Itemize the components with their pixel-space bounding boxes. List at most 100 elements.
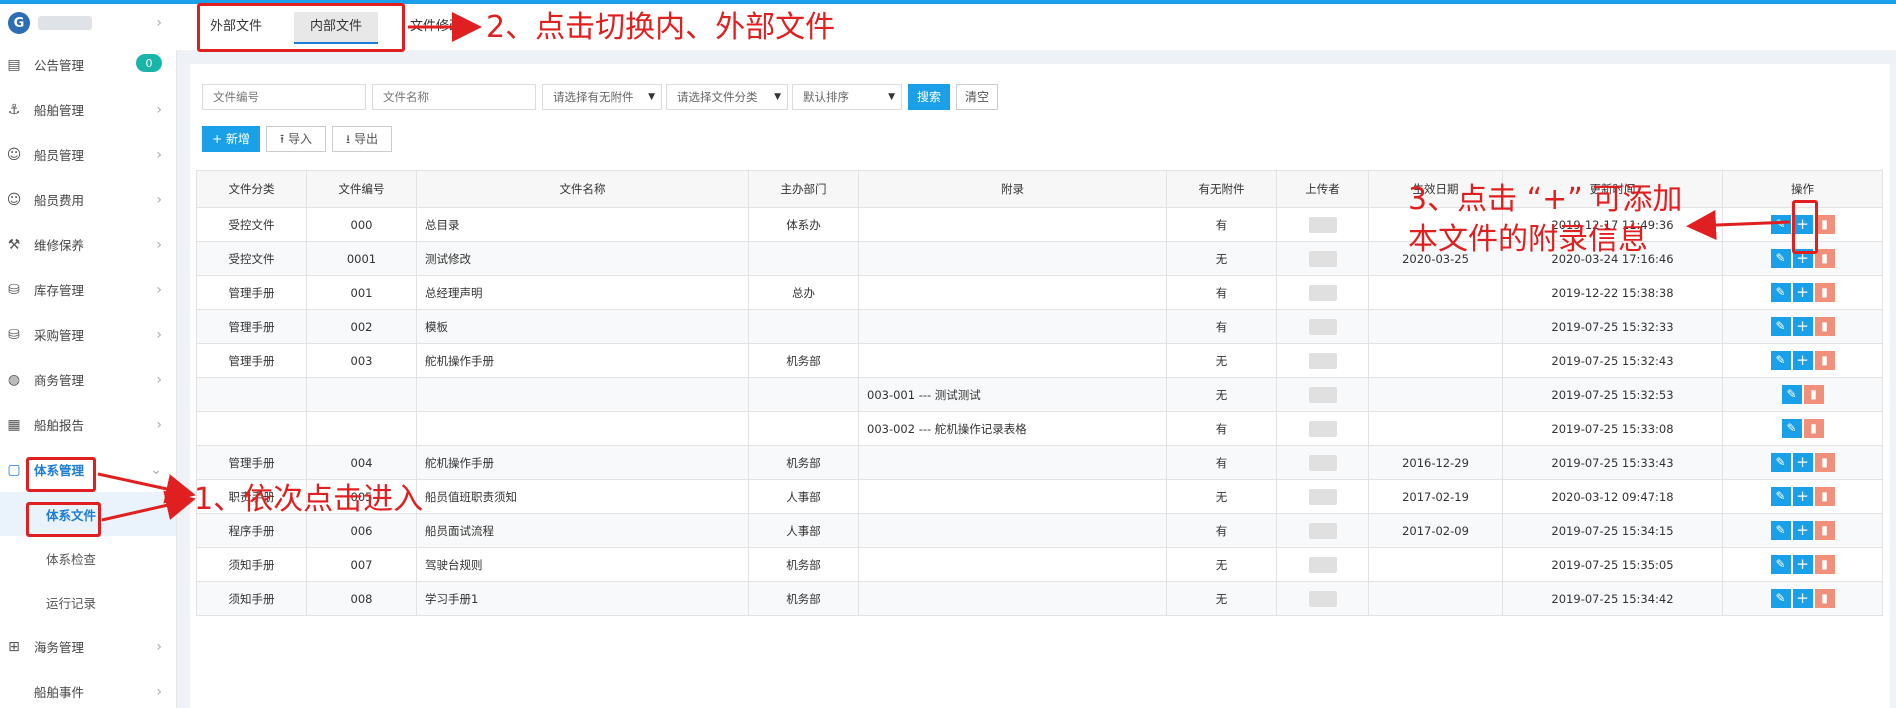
cell-att: 无 xyxy=(1166,479,1277,514)
sidebar-item[interactable]: ◍ 商务管理 › xyxy=(0,357,176,402)
add-appendix-icon[interactable]: + xyxy=(1792,317,1813,336)
add-appendix-icon[interactable]: + xyxy=(1792,555,1813,574)
edit-icon[interactable]: ✎ xyxy=(1770,351,1791,370)
cell-no xyxy=(306,377,417,412)
table-row[interactable]: 受控文件 0001 测试修改 无 2020-03-25 2020-03-24 17:16:… xyxy=(196,241,1883,276)
sidebar-item-label: 体系管理 xyxy=(34,463,85,478)
delete-icon[interactable]: ▮ xyxy=(1803,385,1824,404)
sidebar-subitem[interactable]: 体系文件 xyxy=(0,492,176,536)
add-appendix-icon[interactable]: + xyxy=(1792,249,1813,268)
chevron-right-icon: › xyxy=(156,326,162,343)
table-row[interactable]: 003-001 --- 测试测试无 2019-07-25 15:32:53 ✎ ▮ xyxy=(196,377,1883,412)
delete-icon[interactable]: ▮ xyxy=(1814,453,1835,472)
table-row[interactable]: 须知手册 007 驾驶台规则 机务部无 2019-07-25 15:35:05 ✎ + ▮ xyxy=(196,547,1883,582)
cell-actions: ✎ + ▮ xyxy=(1722,513,1883,548)
add-appendix-icon[interactable]: + xyxy=(1792,589,1813,608)
add-appendix-icon[interactable]: + xyxy=(1792,351,1813,370)
sidebar-item[interactable]: ⛁ 库存管理 › xyxy=(0,267,176,312)
export-button[interactable]: ⭳ 导出 xyxy=(332,126,392,152)
add-appendix-icon[interactable]: + xyxy=(1792,521,1813,540)
delete-icon[interactable]: ▮ xyxy=(1814,555,1835,574)
column-header: 上传者 xyxy=(1276,170,1369,208)
uploader-redacted xyxy=(1308,284,1337,301)
sidebar-item-label: 维修保养 xyxy=(34,238,85,253)
import-button[interactable]: ⭱ 导入 xyxy=(266,126,326,152)
table-row[interactable]: 受控文件 000 总目录 体系办有 2019-12-17 11:49:36 ✎ + ▮ xyxy=(196,207,1883,242)
sidebar-item[interactable]: ⊞ 海务管理 › xyxy=(0,624,176,669)
delete-icon[interactable]: ▮ xyxy=(1803,419,1824,438)
cell-actions: ✎ + ▮ xyxy=(1722,343,1883,378)
edit-icon[interactable]: ✎ xyxy=(1781,419,1802,438)
sort-select[interactable]: 默认排序 ▼ xyxy=(792,84,902,110)
edit-icon[interactable]: ✎ xyxy=(1770,521,1791,540)
table-row[interactable]: 管理手册 001 总经理声明 总办有 2019-12-22 15:38:38 ✎ + ▮ xyxy=(196,275,1883,310)
category-select[interactable]: 请选择文件分类 ▼ xyxy=(666,84,788,110)
tab-file-modification[interactable]: 文件修改 xyxy=(394,12,478,42)
sidebar-item[interactable]: ▦ 船舶报告 › xyxy=(0,402,176,447)
cell-upd: 2019-07-25 15:34:42 xyxy=(1502,581,1723,616)
add-appendix-icon[interactable]: + xyxy=(1792,283,1813,302)
delete-icon[interactable]: ▮ xyxy=(1814,249,1835,268)
sidebar-item[interactable]: ⚒ 维修保养 › xyxy=(0,222,176,267)
edit-icon[interactable]: ✎ xyxy=(1770,317,1791,336)
edit-icon[interactable]: ✎ xyxy=(1770,589,1791,608)
clear-button[interactable]: 清空 xyxy=(956,84,998,110)
attachment-select[interactable]: 请选择有无附件 ▼ xyxy=(542,84,662,110)
delete-icon[interactable]: ▮ xyxy=(1814,351,1835,370)
uploader-redacted xyxy=(1308,216,1337,233)
file-name-input[interactable] xyxy=(372,84,536,110)
cell-no xyxy=(306,411,417,446)
table-row[interactable]: 程序手册 006 船员面试流程 人事部 有 2017-02-09 2019-07-25 15… xyxy=(196,513,1883,548)
sidebar-item[interactable]: ▢ 体系管理 ⌄ xyxy=(0,447,176,492)
cell-appendix xyxy=(858,445,1167,480)
sidebar-item[interactable]: 船舶事件 › xyxy=(0,669,176,708)
search-button[interactable]: 搜索 xyxy=(908,84,950,110)
table-row[interactable]: 管理手册 002 模板有 2019-07-25 15:32:33 ✎ + ▮ xyxy=(196,309,1883,344)
delete-icon[interactable]: ▮ xyxy=(1814,283,1835,302)
edit-icon[interactable]: ✎ xyxy=(1770,453,1791,472)
edit-icon[interactable]: ✎ xyxy=(1770,249,1791,268)
cell-eff xyxy=(1368,309,1503,344)
tab-external-files[interactable]: 外部文件 xyxy=(194,12,278,42)
cell-att: 有 xyxy=(1166,411,1277,446)
table-row[interactable]: 管理手册 003 舵机操作手册 机务部无 2019-07-25 15:32:43 ✎ + ▮ xyxy=(196,343,1883,378)
add-appendix-icon[interactable]: + xyxy=(1792,215,1813,234)
sidebar-item[interactable]: ⛁ 采购管理 › xyxy=(0,312,176,357)
cell-dept: 机务部 xyxy=(748,547,859,582)
delete-icon[interactable]: ▮ xyxy=(1814,487,1835,506)
edit-icon[interactable]: ✎ xyxy=(1770,283,1791,302)
table-row[interactable]: 须知手册 008 学习手册1 机务部无 2019-07-25 15:34:42 ✎ + ▮ xyxy=(196,581,1883,616)
delete-icon[interactable]: ▮ xyxy=(1814,215,1835,234)
table-row[interactable]: 职责手册 005 船员值班职责须知 人事部 无 2017-02-19 2020-03-12 … xyxy=(196,479,1883,514)
table-row[interactable]: 003-002 --- 舵机操作记录表格有 2019-07-25 15:33:08… xyxy=(196,411,1883,446)
delete-icon[interactable]: ▮ xyxy=(1814,521,1835,540)
cell-upd: 2020-03-24 17:16:46 xyxy=(1502,241,1723,276)
edit-icon[interactable]: ✎ xyxy=(1770,487,1791,506)
edit-icon[interactable]: ✎ xyxy=(1781,385,1802,404)
edit-icon[interactable]: ✎ xyxy=(1770,215,1791,234)
edit-icon[interactable]: ✎ xyxy=(1770,555,1791,574)
sidebar-item[interactable]: ⚓ 船舶管理 › xyxy=(0,87,176,132)
sidebar-item[interactable]: ☺ 船员费用 › xyxy=(0,177,176,222)
sidebar-item[interactable]: ☺ 船员管理 › xyxy=(0,132,176,177)
delete-icon[interactable]: ▮ xyxy=(1814,317,1835,336)
add-file-button[interactable]: + 新增 xyxy=(202,126,260,152)
cell-uploader xyxy=(1276,309,1369,344)
sidebar-item-label: 海务管理 xyxy=(34,640,85,655)
cell-name: 船员面试流程 xyxy=(416,513,749,548)
add-appendix-icon[interactable]: + xyxy=(1792,487,1813,506)
sidebar-subitem[interactable]: 运行记录 xyxy=(0,580,176,624)
sidebar-item[interactable]: ▤ 公告管理 0 xyxy=(0,42,176,87)
cell-uploader xyxy=(1276,207,1369,242)
user-icon: ☺ xyxy=(6,146,22,163)
sidebar-logo-row[interactable]: G › xyxy=(0,4,176,42)
file-number-input[interactable] xyxy=(202,84,366,110)
chevron-right-icon: › xyxy=(156,236,162,253)
sidebar-subitem[interactable]: 体系检查 xyxy=(0,536,176,580)
tab-internal-files[interactable]: 内部文件 xyxy=(294,12,379,44)
chevron-right-icon: › xyxy=(156,146,162,163)
cell-eff xyxy=(1368,207,1503,242)
add-appendix-icon[interactable]: + xyxy=(1792,453,1813,472)
delete-icon[interactable]: ▮ xyxy=(1814,589,1835,608)
table-row[interactable]: 管理手册 004 舵机操作手册 机务部 有 2016-12-29 2019-07-25 15… xyxy=(196,445,1883,480)
